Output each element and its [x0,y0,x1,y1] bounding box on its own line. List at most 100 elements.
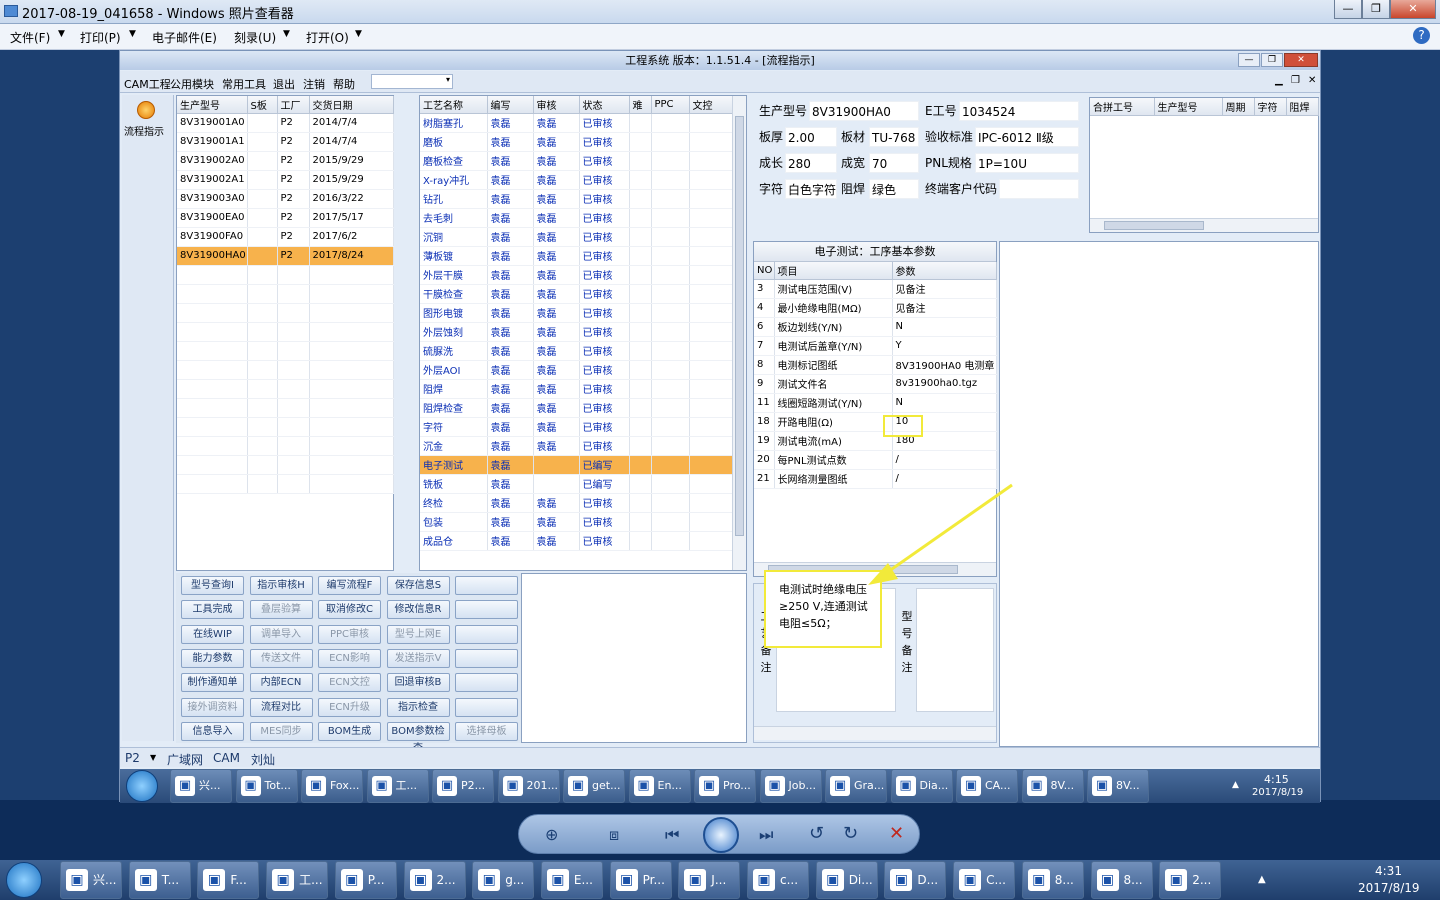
start-button-icon[interactable] [126,770,158,802]
column-header[interactable]: S板 [247,96,278,114]
mdi-restore-button[interactable]: ❐ [1291,75,1300,86]
value-width[interactable]: 70 [869,153,919,173]
taskbar-button[interactable]: ▣ F... [197,861,260,899]
start-button-icon[interactable] [6,862,42,898]
app-menu-cam[interactable]: CAM工程 [124,76,171,92]
action-button[interactable]: 工具完成 [181,600,244,620]
action-button[interactable]: 指示审核H [249,576,313,595]
value-length[interactable]: 280 [785,153,837,173]
table-row[interactable]: 9 测试文件名 8v31900ha0.tgz [754,374,997,394]
scroll-thumb[interactable] [735,116,744,536]
taskbar-button[interactable]: ▣ J... [678,861,741,899]
menu-burn[interactable]: 刻录(U) [234,29,276,46]
table-row[interactable]: 磨板检查 袁磊 袁磊 已审核 [420,151,733,171]
action-button[interactable]: 回退审核B [386,673,450,693]
table-row[interactable]: 字符 袁磊 袁磊 已审核 [420,417,733,437]
action-button[interactable] [455,576,518,595]
value-thickness[interactable]: 2.00 [785,127,837,147]
table-row[interactable]: 终检 袁磊 袁磊 已审核 [420,493,733,513]
table-row[interactable]: 成品仓 袁磊 袁磊 已审核 [420,531,733,551]
column-header[interactable]: 审核 [533,96,580,114]
action-button[interactable] [455,673,518,693]
taskbar-button[interactable]: ▣ 8... [1090,861,1153,899]
taskbar-button[interactable]: ▣ D... [884,861,947,899]
table-row[interactable]: 8V31900EA0 P2 2017/5/17 [177,208,394,228]
app-menu-help[interactable]: 帮助 [333,76,355,92]
column-header[interactable]: 字符 [1254,98,1287,116]
app-menu-logout[interactable]: 注销 [303,76,325,92]
taskbar-button[interactable]: ▣ Tot... [235,769,298,803]
mdi-minimize-button[interactable]: ▁ [1275,75,1283,86]
taskbar-button[interactable]: ▣ get... [563,769,625,803]
action-button[interactable]: 发送指示V [386,648,450,668]
action-button[interactable]: 流程对比 [249,697,313,717]
close-button[interactable]: ✕ [1390,0,1436,19]
rotate-left-icon[interactable]: ↺ [809,823,824,844]
merge-hscrollbar[interactable] [1090,218,1318,232]
action-button[interactable]: 型号上网E [386,624,450,644]
column-header[interactable]: 参数 [892,262,997,280]
table-row[interactable]: 铣板 袁磊 已编写 [420,474,733,494]
table-row[interactable]: 硫脲洗 袁磊 袁磊 已审核 [420,341,733,361]
value-legend[interactable]: 白色字符 [785,179,837,199]
column-header[interactable]: 编写 [487,96,534,114]
table-row[interactable]: 8V31900HA0 P2 2017/8/24 [177,246,394,266]
action-button[interactable]: BOM生成 [318,721,381,741]
action-button[interactable]: 取消修改C [318,600,381,620]
table-row[interactable]: 19 测试电流(mA) 180 [754,431,997,451]
scroll-thumb[interactable] [1104,221,1204,230]
action-button[interactable] [455,697,518,717]
tray-arrow-icon[interactable]: ▲ [1232,780,1239,790]
tool-process-indicator[interactable]: 流程指示 [124,123,164,138]
value-e-no[interactable]: 1034524 [959,101,1079,121]
column-header[interactable]: 文控 [689,96,733,114]
action-button[interactable]: 型号查询I [181,576,244,595]
table-row[interactable]: 去毛刺 袁磊 袁磊 已审核 [420,208,733,228]
taskbar-button[interactable]: ▣ Gra... [825,769,887,803]
taskbar-button[interactable]: ▣ P... [334,861,397,899]
action-button[interactable]: 指示检查 [386,697,450,717]
taskbar-button[interactable]: ▣ c... [747,861,809,899]
app-close-button[interactable]: ✕ [1284,53,1318,67]
rotate-right-icon[interactable]: ↻ [843,823,858,844]
value-pnl[interactable]: 1P=10U [975,153,1079,173]
zoom-icon[interactable]: ⊕ [545,825,558,844]
model-remark-box[interactable] [916,588,994,712]
plant-select[interactable]: P2 [125,751,140,765]
action-button[interactable]: 传送文件 [249,648,313,668]
table-row[interactable]: 薄板镀 袁磊 袁磊 已审核 [420,246,733,266]
taskbar-button[interactable]: ▣ P2... [432,769,494,803]
column-header[interactable]: 阻焊 [1286,98,1319,116]
taskbar-button[interactable]: ▣ Job... [759,769,822,803]
value-material[interactable]: TU-768 [869,127,919,147]
action-button[interactable]: 调单导入 [249,624,313,644]
action-button[interactable]: 选择母板 [455,721,518,741]
taskbar-button[interactable]: ▣ En... [628,769,691,803]
table-row[interactable]: 20 每PNL测试点数 / [754,450,997,470]
table-row[interactable]: 8 电测标记图纸 8V31900HA0 电测章 [754,355,997,375]
table-row[interactable]: 树脂塞孔 袁磊 袁磊 已审核 [420,113,733,133]
table-row[interactable]: 8V319003A0 P2 2016/3/22 [177,189,394,209]
action-button[interactable]: 制作通知单 [181,673,244,693]
menu-open[interactable]: 打开(O) [306,29,349,46]
mdi-close-button[interactable]: ✕ [1308,75,1316,86]
app-menu-exit[interactable]: 退出 [273,76,295,92]
table-row[interactable]: 图形电镀 袁磊 袁磊 已审核 [420,303,733,323]
table-row[interactable]: 6 板边划线(Y/N) N [754,317,997,337]
app-minimize-button[interactable]: — [1238,53,1260,67]
table-row[interactable]: 沉金 袁磊 袁磊 已审核 [420,436,733,456]
column-header[interactable]: 工厂 [277,96,310,114]
taskbar-button[interactable]: ▣ Pr... [609,861,672,899]
table-row[interactable]: 电子测试 袁磊 已编写 [420,455,733,475]
table-row[interactable]: 外层干膜 袁磊 袁磊 已审核 [420,265,733,285]
taskbar-button[interactable]: ▣ E... [540,861,603,899]
fit-icon[interactable]: ⧈ [609,825,619,845]
table-row[interactable]: X-ray冲孔 袁磊 袁磊 已审核 [420,170,733,190]
column-header[interactable]: 工艺名称 [420,96,488,114]
action-button[interactable]: ECN升级 [318,697,381,717]
taskbar-button[interactable]: ▣ C... [953,861,1016,899]
taskbar-button[interactable]: ▣ 201... [497,769,560,803]
action-button[interactable]: 在线WIP [181,624,244,644]
menu-file[interactable]: 文件(F) [10,29,50,46]
action-button[interactable]: 修改信息R [386,600,450,620]
